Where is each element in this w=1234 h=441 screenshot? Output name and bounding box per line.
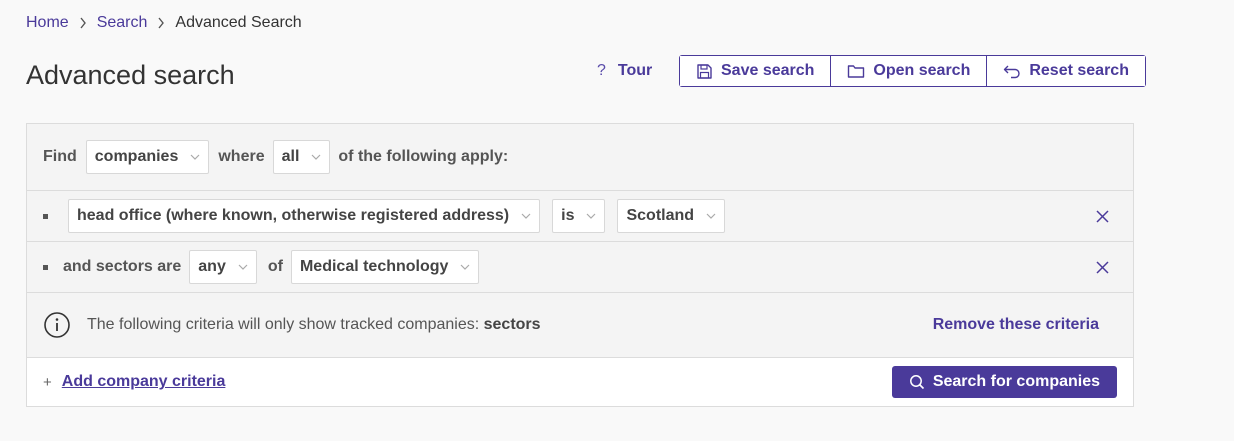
operator-select[interactable]: is — [552, 199, 606, 233]
reset-search-button[interactable]: Reset search — [987, 56, 1145, 86]
search-criteria-panel: Find companies where all of the followin… — [26, 123, 1134, 407]
search-toolbar: Save search Open search Reset search — [679, 55, 1146, 87]
panel-footer: + Add company criteria Search for compan… — [27, 358, 1133, 406]
plus-icon: + — [43, 373, 52, 391]
save-search-label: Save search — [721, 62, 815, 79]
question-icon: ? — [597, 62, 606, 79]
value-select[interactable]: Scotland — [617, 199, 726, 233]
entity-select[interactable]: companies — [85, 140, 210, 174]
save-search-button[interactable]: Save search — [680, 56, 832, 86]
save-icon — [697, 63, 712, 79]
bullet — [43, 264, 48, 270]
breadcrumb-current: Advanced Search — [175, 14, 302, 31]
sector-value-select[interactable]: Medical technology — [290, 250, 480, 284]
chevron-down-icon — [460, 264, 470, 270]
chevron-down-icon — [190, 154, 200, 160]
find-label: Find — [43, 148, 77, 165]
search-for-companies-button[interactable]: Search for companies — [891, 366, 1117, 398]
folder-icon — [848, 65, 865, 78]
chevron-down-icon — [238, 264, 248, 270]
notice-highlight: sectors — [483, 316, 541, 333]
quantifier-select[interactable]: any — [189, 250, 257, 284]
match-select[interactable]: all — [272, 140, 331, 174]
value-select-value: Scotland — [626, 207, 695, 224]
breadcrumb-home-link[interactable]: Home — [26, 14, 69, 32]
remove-these-criteria-link[interactable]: Remove these criteria — [933, 316, 1099, 334]
add-company-criteria-link[interactable]: Add company criteria — [62, 373, 226, 391]
notice-message: The following criteria will only show tr… — [87, 316, 480, 333]
chevron-right-icon — [157, 17, 165, 29]
criterion-row: head office (where known, otherwise regi… — [27, 191, 1133, 242]
breadcrumb-search-link[interactable]: Search — [97, 14, 148, 32]
remove-criterion-close-icon[interactable] — [1096, 260, 1109, 274]
field-select-value: head office (where known, otherwise regi… — [77, 207, 510, 224]
open-search-button[interactable]: Open search — [831, 56, 988, 86]
quantifier-select-value: any — [198, 258, 226, 275]
sectors-prefix-label: and sectors are — [63, 258, 182, 275]
search-for-companies-label: Search for companies — [932, 373, 1100, 390]
page-title: Advanced search — [26, 60, 235, 90]
where-label: where — [218, 148, 265, 165]
bullet — [43, 213, 48, 219]
match-select-value: all — [281, 148, 300, 165]
chevron-down-icon — [521, 213, 531, 219]
chevron-down-icon — [706, 213, 716, 219]
info-icon — [43, 311, 71, 339]
open-search-label: Open search — [873, 62, 971, 79]
chevron-right-icon — [79, 17, 87, 29]
tour-label: Tour — [617, 62, 653, 79]
search-icon — [909, 375, 924, 390]
remove-criterion-close-icon[interactable] — [1096, 209, 1109, 223]
find-row: Find companies where all of the followin… — [27, 124, 1133, 191]
sector-value-select-value: Medical technology — [299, 258, 449, 275]
of-label: of — [267, 258, 283, 275]
tracked-companies-notice: The following criteria will only show tr… — [27, 293, 1133, 358]
following-apply-label: of the following apply: — [338, 148, 509, 165]
chevron-down-icon — [586, 213, 596, 219]
entity-select-value: companies — [94, 148, 179, 165]
notice-text: The following criteria will only show tr… — [87, 316, 541, 334]
undo-arrow-icon — [1004, 65, 1021, 79]
reset-search-label: Reset search — [1029, 62, 1129, 79]
chevron-down-icon — [311, 154, 321, 160]
tour-link[interactable]: ? Tour — [597, 59, 652, 83]
breadcrumb: Home Search Advanced Search — [26, 12, 302, 34]
criterion-row: and sectors are any of Medical technolog… — [27, 242, 1133, 293]
field-select[interactable]: head office (where known, otherwise regi… — [68, 199, 541, 233]
operator-select-value: is — [561, 207, 575, 224]
